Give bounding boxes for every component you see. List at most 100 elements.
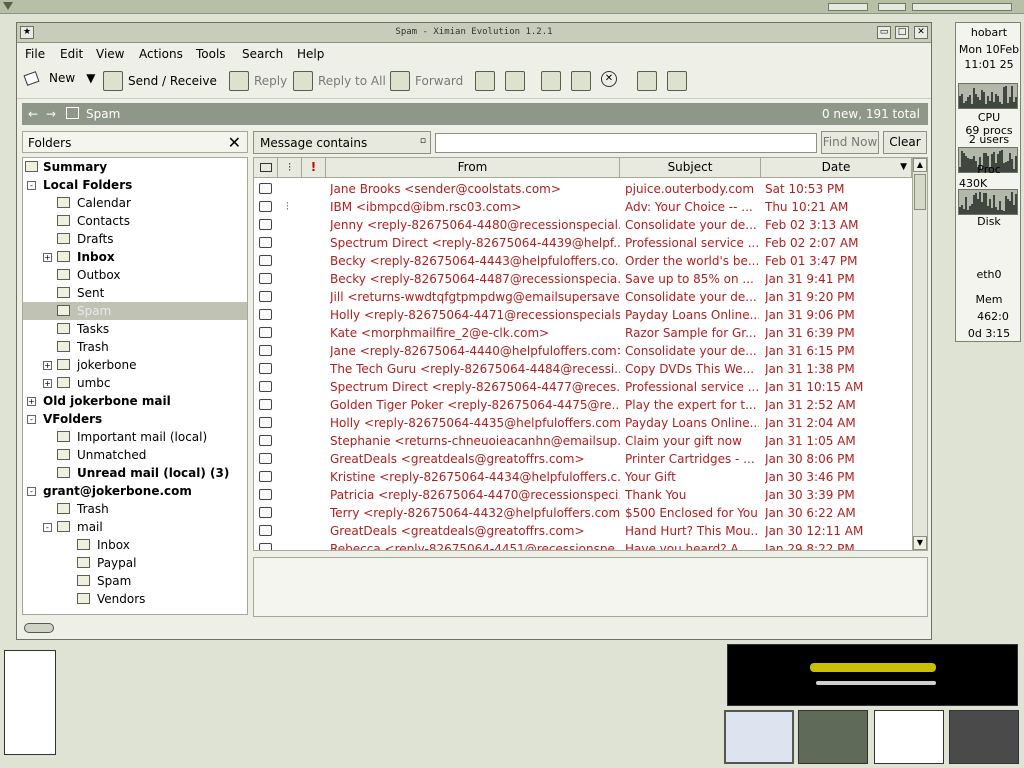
message-row[interactable]: Stephanie <returns-chneuoieacanhn@emails…: [254, 432, 912, 450]
panel-task-button[interactable]: [878, 3, 906, 11]
menu-file[interactable]: File: [25, 47, 45, 61]
message-row[interactable]: The Tech Guru <reply-82675064-4484@reces…: [254, 360, 912, 378]
folder-item-unmatched[interactable]: Unmatched: [23, 446, 247, 464]
expand-icon[interactable]: +: [27, 397, 36, 406]
envelope-icon[interactable]: [259, 363, 272, 374]
send-receive-button[interactable]: Send / Receive: [103, 71, 217, 91]
forward-button[interactable]: Forward: [390, 71, 463, 91]
envelope-icon[interactable]: [259, 291, 272, 302]
panel-pager[interactable]: [912, 3, 1012, 11]
message-row[interactable]: ⫶ IBM <ibmpcd@ibm.rsc03.com> Adv: Your Cho…: [254, 198, 912, 216]
back-icon[interactable]: ←: [28, 107, 38, 121]
from-column-header[interactable]: From: [326, 158, 620, 178]
envelope-icon[interactable]: [259, 489, 272, 500]
reply-all-button[interactable]: Reply to All: [293, 71, 386, 91]
scroll-down-icon[interactable]: ▼: [913, 536, 927, 550]
new-button[interactable]: New ▼: [23, 70, 95, 86]
folder-item-drafts[interactable]: Drafts: [23, 230, 247, 248]
workspace-preview[interactable]: [727, 644, 1018, 706]
folder-item-umbc[interactable]: + umbc: [23, 374, 247, 392]
desktop-thumbnail[interactable]: [4, 650, 56, 755]
copy-button[interactable]: [505, 71, 525, 91]
priority-column-header[interactable]: !: [302, 158, 326, 178]
scroll-thumb[interactable]: [914, 174, 926, 210]
collapse-icon[interactable]: -: [27, 487, 36, 496]
envelope-icon[interactable]: [259, 201, 272, 212]
folder-item-sent[interactable]: Sent: [23, 284, 247, 302]
clear-button[interactable]: Clear: [883, 131, 927, 154]
find-now-button[interactable]: Find Now: [821, 131, 879, 154]
menu-view[interactable]: View: [96, 47, 124, 61]
workspace-4-thumbnail[interactable]: [949, 710, 1019, 764]
message-row[interactable]: Terry <reply-82675064-4432@helpfuloffers…: [254, 504, 912, 522]
message-row[interactable]: Golden Tiger Poker <reply-82675064-4475@…: [254, 396, 912, 414]
envelope-icon[interactable]: [259, 237, 272, 248]
envelope-icon[interactable]: [259, 183, 272, 194]
collapse-icon[interactable]: -: [27, 415, 36, 424]
panel-task-button[interactable]: [828, 3, 868, 11]
menu-actions[interactable]: Actions: [139, 47, 183, 61]
workspace-3-thumbnail[interactable]: [874, 710, 944, 764]
message-row[interactable]: Spectrum Direct <reply-82675064-4439@hel…: [254, 234, 912, 252]
collapse-icon[interactable]: -: [43, 523, 52, 532]
envelope-icon[interactable]: [259, 471, 272, 482]
expand-icon[interactable]: +: [43, 379, 52, 388]
folder-item-trash[interactable]: Trash: [23, 338, 247, 356]
attachment-column-header[interactable]: ⫶: [278, 158, 302, 178]
envelope-icon[interactable]: [259, 399, 272, 410]
collapse-icon[interactable]: -: [27, 181, 36, 190]
maximize-icon[interactable]: □: [895, 26, 909, 39]
message-row[interactable]: Rebecca <reply-82675064-4451@recessionsp…: [254, 540, 912, 550]
folder-item-outbox[interactable]: Outbox: [23, 266, 247, 284]
scroll-up-icon[interactable]: ▲: [913, 158, 927, 172]
panel-menu-icon[interactable]: [3, 2, 13, 10]
print-button[interactable]: [541, 71, 561, 91]
folder-item-important-mail-local[interactable]: Important mail (local): [23, 428, 247, 446]
envelope-icon[interactable]: [259, 453, 272, 464]
folder-item-paypal[interactable]: Paypal: [23, 554, 247, 572]
message-row[interactable]: Jane Brooks <sender@coolstats.com> pjuice…: [254, 180, 912, 198]
chevron-down-icon[interactable]: ▼: [86, 71, 95, 85]
envelope-icon[interactable]: [259, 345, 272, 356]
online-status-icon[interactable]: [24, 623, 54, 633]
message-row[interactable]: Jill <returns-wwdtqfgtpmpdwg@emailsupers…: [254, 288, 912, 306]
folder-item-vfolders[interactable]: - VFolders: [23, 410, 247, 428]
close-icon[interactable]: ✕: [228, 133, 241, 152]
message-row[interactable]: Becky <reply-82675064-4487@recessionspec…: [254, 270, 912, 288]
envelope-icon[interactable]: [259, 309, 272, 320]
folder-item-local-folders[interactable]: - Local Folders: [23, 176, 247, 194]
message-row[interactable]: Becky <reply-82675064-4443@helpfuloffers…: [254, 252, 912, 270]
message-row[interactable]: GreatDeals <greatdeals@greatoffrs.com> Pr…: [254, 450, 912, 468]
message-row[interactable]: Kate <morphmailfire_2@e-clk.com> Razor Sa…: [254, 324, 912, 342]
message-row[interactable]: Spectrum Direct <reply-82675064-4477@rec…: [254, 378, 912, 396]
close-icon[interactable]: ✕: [914, 26, 928, 39]
message-row[interactable]: Kristine <reply-82675064-4434@helpfuloff…: [254, 468, 912, 486]
envelope-icon[interactable]: [259, 327, 272, 338]
menu-search[interactable]: Search: [242, 47, 283, 61]
message-row[interactable]: Holly <reply-82675064-4435@helpfuloffers…: [254, 414, 912, 432]
menu-edit[interactable]: Edit: [60, 47, 83, 61]
envelope-icon[interactable]: [259, 525, 272, 536]
envelope-icon[interactable]: [259, 543, 272, 550]
folder-item-grant-jokerbone-com[interactable]: - grant@jokerbone.com: [23, 482, 247, 500]
folder-item-spam[interactable]: Spam: [23, 302, 247, 320]
date-column-header[interactable]: Date ▼: [761, 158, 912, 178]
folder-item-inbox[interactable]: + Inbox: [23, 248, 247, 266]
expand-icon[interactable]: +: [43, 253, 52, 262]
envelope-icon[interactable]: [259, 435, 272, 446]
message-row[interactable]: Holly <reply-82675064-4471@recessionspec…: [254, 306, 912, 324]
delete-button[interactable]: [571, 71, 591, 91]
expand-icon[interactable]: +: [43, 361, 52, 370]
message-list-scrollbar[interactable]: ▲ ▼: [912, 158, 927, 550]
envelope-icon[interactable]: [259, 507, 272, 518]
envelope-icon[interactable]: [259, 219, 272, 230]
message-row[interactable]: Jane <reply-82675064-4440@helpfuloffers.…: [254, 342, 912, 360]
move-button[interactable]: [475, 71, 495, 91]
envelope-icon[interactable]: [259, 255, 272, 266]
folder-item-contacts[interactable]: Contacts: [23, 212, 247, 230]
workspace-2-thumbnail[interactable]: [798, 710, 868, 764]
folder-item-summary[interactable]: Summary: [23, 158, 247, 176]
folder-item-old-jokerbone-mail[interactable]: + Old jokerbone mail: [23, 392, 247, 410]
envelope-icon[interactable]: [259, 381, 272, 392]
folder-item-jokerbone[interactable]: + jokerbone: [23, 356, 247, 374]
